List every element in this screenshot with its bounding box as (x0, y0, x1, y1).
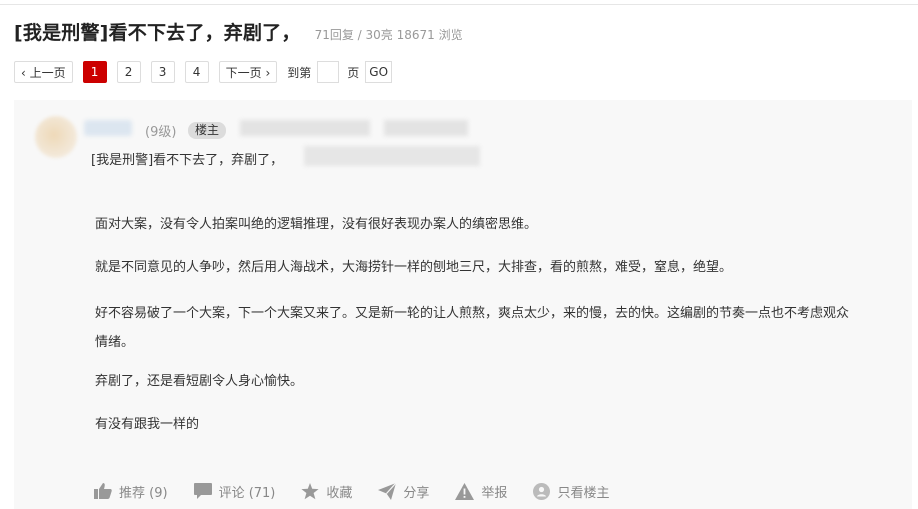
post-paragraph: 就是不同意见的人争吵，然后用人海战术，大海捞针一样的刨地三尺，大排查，看的煎熬，… (95, 260, 733, 275)
user-level: (9级) (145, 125, 177, 140)
favorite-button[interactable]: 收藏 (301, 482, 352, 501)
top-divider (0, 4, 918, 5)
recommend-button[interactable]: 推荐 (9) (94, 482, 168, 501)
page-2-button[interactable]: 2 (116, 61, 141, 83)
page-3-button[interactable]: 3 (150, 61, 175, 83)
prev-page-button[interactable]: ‹ 上一页 (14, 61, 73, 83)
subtitle-redacted (304, 146, 480, 166)
comment-label: 评论 (71) (218, 485, 276, 501)
post-meta-redacted (240, 120, 370, 136)
post-subtitle: [我是刑警]看不下去了，弃剧了， (91, 153, 284, 168)
comment-icon (193, 483, 212, 499)
username-redacted (84, 120, 132, 136)
goto-suffix: 页 (347, 65, 360, 80)
thread-stats: 71回复 / 30亮 18671 浏览 (314, 28, 463, 42)
pagination: ‹ 上一页 1 2 3 4 下一页 › 到第 页 GO (14, 61, 393, 83)
owner-only-label: 只看楼主 (557, 485, 610, 501)
thumb-up-icon (94, 483, 112, 499)
post-meta-redacted-2 (384, 120, 468, 136)
next-page-button[interactable]: 下一页 › (218, 61, 278, 83)
owner-badge: 楼主 (188, 122, 227, 139)
report-button[interactable]: 举报 (455, 482, 507, 501)
favorite-label: 收藏 (326, 485, 353, 501)
share-label: 分享 (403, 485, 430, 501)
post-paragraph: 好不容易破了一个大案，下一个大案又来了。又是新一轮的让人煎熬，爽点太少，来的慢，… (95, 306, 850, 350)
owner-only-button[interactable]: 只看楼主 (533, 482, 609, 501)
warning-icon (455, 482, 475, 500)
goto-prefix: 到第 (287, 65, 312, 80)
recommend-label: 推荐 (9) (119, 485, 168, 501)
share-icon (378, 482, 397, 500)
report-label: 举报 (481, 485, 508, 501)
goto-page-input[interactable] (317, 61, 340, 83)
star-icon (301, 482, 319, 499)
thread-header: [我是刑警]看不下去了，弃剧了， 71回复 / 30亮 18671 浏览 (14, 18, 463, 44)
owner-icon (533, 482, 551, 500)
thread-title: [我是刑警]看不下去了，弃剧了， (14, 22, 301, 44)
post-actions: 推荐 (9) 评论 (71) 收藏 分享 举报 只看楼主 (94, 480, 635, 502)
post-card: (9级) 楼主 [我是刑警]看不下去了，弃剧了， 面对大案，没有令人拍案叫绝的逻… (14, 100, 912, 509)
avatar[interactable] (35, 116, 77, 158)
go-button[interactable]: GO (365, 61, 393, 83)
share-button[interactable]: 分享 (378, 482, 429, 501)
post-paragraph: 面对大案，没有令人拍案叫绝的逻辑推理，没有很好表现办案人的缜密思维。 (95, 217, 538, 232)
post-paragraph: 有没有跟我一样的 (95, 417, 200, 432)
page-4-button[interactable]: 4 (184, 61, 209, 83)
comment-button[interactable]: 评论 (71) (193, 482, 276, 501)
post-paragraph: 弃剧了，还是看短剧令人身心愉快。 (95, 374, 304, 389)
page-1-button[interactable]: 1 (82, 61, 107, 83)
